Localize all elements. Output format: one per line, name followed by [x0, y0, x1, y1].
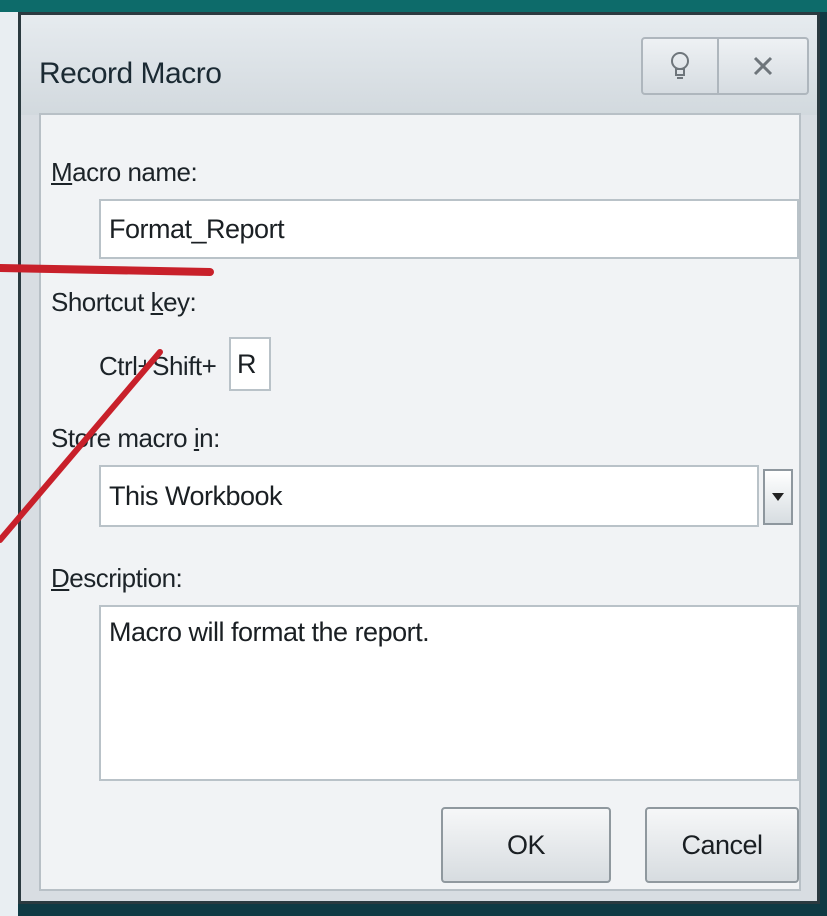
- description-label: Description:: [51, 563, 183, 594]
- close-button[interactable]: [719, 37, 809, 95]
- record-macro-dialog: Record Macro Macro name: Format_Report S…: [18, 12, 820, 904]
- store-macro-select[interactable]: This Workbook: [99, 465, 759, 527]
- macro-name-label: Macro name:: [51, 157, 198, 188]
- label-text: n:: [199, 423, 220, 453]
- help-button[interactable]: [641, 37, 719, 95]
- background-panel: [0, 12, 18, 916]
- shortcut-key-label: Shortcut key:: [51, 287, 197, 318]
- ok-button[interactable]: OK: [441, 807, 611, 883]
- shortcut-key-input[interactable]: R: [229, 337, 271, 391]
- description-textarea[interactable]: Macro will format the report.: [99, 605, 799, 781]
- label-text: acro name:: [72, 157, 198, 187]
- window-top-strip: [0, 0, 827, 12]
- label-text: escription:: [69, 563, 183, 593]
- dialog-title: Record Macro: [39, 57, 222, 90]
- dropdown-arrow-icon: [772, 493, 784, 501]
- dialog-titlebar: Record Macro: [21, 15, 817, 115]
- label-text: Shortcut: [51, 287, 151, 317]
- cancel-button[interactable]: Cancel: [645, 807, 799, 883]
- label-text: ey:: [163, 287, 197, 317]
- close-icon: [753, 56, 773, 76]
- accelerator-key: D: [51, 563, 70, 593]
- shortcut-prefix: Ctrl+Shift+: [99, 351, 217, 381]
- macro-name-input[interactable]: Format_Report: [99, 199, 799, 259]
- store-macro-dropdown-button[interactable]: [763, 469, 793, 525]
- dialog-body: Macro name: Format_Report Shortcut key: …: [39, 113, 801, 891]
- accelerator-key: M: [51, 157, 73, 187]
- label-text: Store macro: [51, 423, 194, 453]
- lightbulb-icon: [671, 52, 689, 79]
- store-macro-label: Store macro in:: [51, 423, 220, 454]
- accelerator-key: k: [150, 287, 164, 317]
